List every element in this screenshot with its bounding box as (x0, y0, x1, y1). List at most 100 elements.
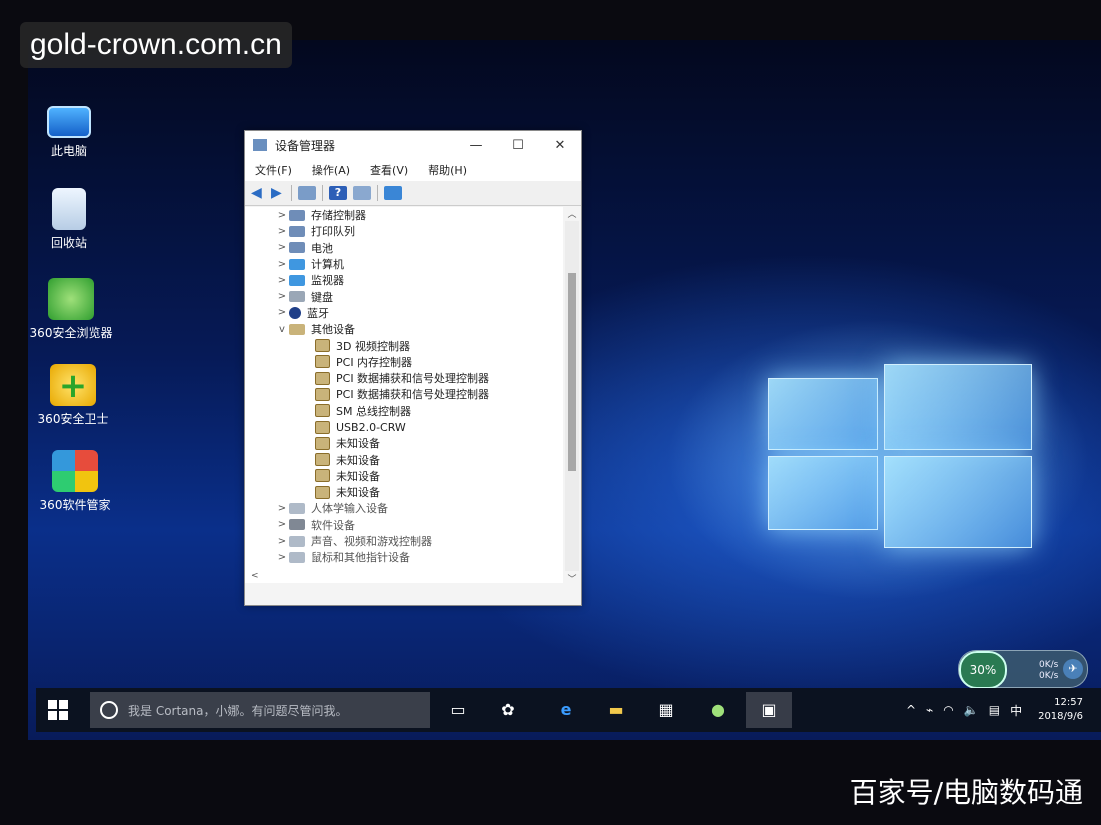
file-explorer-icon[interactable]: ▬ (602, 696, 630, 724)
tree-item-batteries[interactable]: > 电池 (245, 240, 563, 256)
title-bar[interactable]: 设备管理器 — ☐ ✕ (245, 131, 581, 159)
desktop-icon-label: 回收站 (50, 236, 87, 250)
forward-arrow-icon[interactable]: ▶ (271, 186, 285, 200)
mouse-icon (289, 551, 305, 563)
tree-item-computer[interactable]: > 计算机 (245, 256, 563, 272)
tree-item-device[interactable]: 未知设备 (245, 451, 563, 467)
maximize-button[interactable]: ☐ (497, 138, 539, 153)
start-button[interactable] (48, 700, 68, 720)
chevron-down-icon[interactable]: ﹀ (565, 572, 579, 585)
chevron-right-icon[interactable]: > (275, 307, 289, 318)
system-tray: ^ ⌁ ◠ 🔈 ▤ 中 12:57 2018/9/6 (896, 688, 1083, 732)
notification-icon[interactable]: ▤ (989, 703, 1000, 717)
device-manager-window[interactable]: 设备管理器 — ☐ ✕ 文件(F) 操作(A) 查看(V) 帮助(H) ◀ ▶ … (244, 130, 582, 606)
computer-icon (289, 258, 305, 270)
properties-icon[interactable] (298, 186, 316, 200)
watermark-bottom: 百家号/电脑数码通 (849, 776, 1083, 809)
tree-item-hid[interactable]: > 人体学输入设备 (245, 500, 563, 516)
menu-view[interactable]: 查看(V) (370, 162, 408, 178)
store-icon[interactable]: ▦ (652, 696, 680, 724)
desktop-icon-label: 360安全卫士 (37, 412, 109, 426)
chevron-right-icon[interactable]: > (275, 552, 289, 563)
tree-item-device[interactable]: PCI 内存控制器 (245, 354, 563, 370)
chevron-right-icon[interactable]: > (275, 503, 289, 514)
computer-icon (47, 106, 91, 138)
desktop-icon-this-pc[interactable]: 此电脑 (24, 98, 114, 159)
memory-usage-percent: 30% (959, 651, 1007, 689)
task-view-icon[interactable]: ▭ (444, 696, 472, 724)
monitor-icon[interactable] (384, 186, 402, 200)
tree-item-device[interactable]: 未知设备 (245, 468, 563, 484)
minimize-button[interactable]: — (455, 138, 497, 153)
storage-controller-icon (289, 209, 305, 221)
tree-item-device[interactable]: USB2.0-CRW (245, 419, 563, 435)
tree-item-device[interactable]: 3D 视频控制器 (245, 337, 563, 353)
taskbar: 我是 Cortana，小娜。有问题尽管问我。 ▭ ✿ e ▬ ▦ ● ▣ ^ ⌁… (36, 688, 1101, 732)
speaker-icon (289, 535, 305, 547)
close-button[interactable]: ✕ (539, 138, 581, 153)
scan-hardware-icon[interactable] (353, 186, 371, 200)
tree-item-device[interactable]: PCI 数据捕获和信号处理控制器 (245, 370, 563, 386)
desktop-icon-360-software-manager[interactable]: 360软件管家 (30, 450, 120, 513)
network-icon[interactable]: ⌁ (926, 703, 933, 717)
tree-item-bluetooth[interactable]: > 蓝牙 (245, 305, 563, 321)
warning-device-icon (315, 453, 330, 467)
ime-indicator[interactable]: 中 (1010, 702, 1022, 719)
network-speed-widget[interactable]: 30% 0K/s 0K/s ✈ (958, 650, 1088, 689)
warning-device-icon (315, 485, 330, 499)
tree-item-mice[interactable]: > 鼠标和其他指针设备 (245, 549, 563, 565)
chevron-right-icon[interactable]: > (275, 259, 289, 270)
horizontal-scrollbar[interactable]: < (251, 571, 559, 583)
menu-file[interactable]: 文件(F) (255, 162, 292, 178)
menu-action[interactable]: 操作(A) (312, 162, 350, 178)
desktop-icon-360-browser[interactable]: 360安全浏览器 (26, 278, 116, 341)
chevron-down-icon[interactable]: v (275, 324, 289, 335)
tree-item-storage-controllers[interactable]: > 存储控制器 (245, 207, 563, 223)
menu-help[interactable]: 帮助(H) (428, 162, 467, 178)
tree-item-monitors[interactable]: > 监视器 (245, 272, 563, 288)
tree-item-device[interactable]: SM 总线控制器 (245, 403, 563, 419)
chevron-right-icon[interactable]: > (275, 519, 289, 530)
security-guard-icon (50, 364, 96, 406)
cortana-icon (100, 701, 118, 719)
chevron-right-icon[interactable]: > (275, 210, 289, 221)
chevron-right-icon[interactable]: > (275, 275, 289, 286)
wifi-icon[interactable]: ◠ (943, 703, 953, 717)
scrollbar-thumb[interactable] (568, 273, 576, 471)
tree-item-print-queues[interactable]: > 打印队列 (245, 223, 563, 239)
clock[interactable]: 12:57 2018/9/6 (1038, 696, 1083, 724)
printer-icon (289, 225, 305, 237)
chevron-left-icon[interactable]: < (251, 571, 259, 581)
chevron-right-icon[interactable]: > (275, 226, 289, 237)
vertical-scrollbar[interactable]: ︿ ﹀ (565, 210, 579, 585)
app-icon[interactable]: ✿ (494, 696, 522, 724)
software-manager-icon (52, 450, 98, 492)
tree-item-sound-video[interactable]: > 声音、视频和游戏控制器 (245, 533, 563, 549)
warning-device-icon (315, 371, 330, 385)
chevron-right-icon[interactable]: > (275, 291, 289, 302)
chevron-right-icon[interactable]: > (275, 242, 289, 253)
cortana-search-box[interactable]: 我是 Cortana，小娜。有问题尽管问我。 (90, 692, 430, 728)
chevron-up-icon[interactable]: ^ (906, 703, 916, 717)
search-placeholder: 我是 Cortana，小娜。有问题尽管问我。 (128, 703, 348, 718)
keyboard-icon (289, 291, 305, 303)
chevron-up-icon[interactable]: ︿ (565, 207, 579, 220)
volume-icon[interactable]: 🔈 (964, 703, 979, 717)
tree-item-other-devices[interactable]: v 其他设备 (245, 321, 563, 337)
unknown-device-icon (289, 323, 305, 335)
edge-browser-icon[interactable]: e (552, 696, 580, 724)
tree-item-software-devices[interactable]: > 软件设备 (245, 517, 563, 533)
back-arrow-icon[interactable]: ◀ (251, 186, 265, 200)
desktop-icon-recycle-bin[interactable]: 回收站 (24, 188, 114, 251)
tree-item-device[interactable]: PCI 数据捕获和信号处理控制器 (245, 386, 563, 402)
tree-item-keyboards[interactable]: > 键盘 (245, 288, 563, 304)
chevron-right-icon[interactable]: > (275, 536, 289, 547)
tree-item-device[interactable]: 未知设备 (245, 484, 563, 500)
watermark-top: gold-crown.com.cn (20, 22, 292, 68)
tree-item-device[interactable]: 未知设备 (245, 435, 563, 451)
rocket-icon[interactable]: ✈ (1063, 659, 1083, 679)
device-manager-taskbar-icon[interactable]: ▣ (746, 692, 792, 728)
360-browser-taskbar-icon[interactable]: ● (704, 696, 732, 724)
desktop-icon-360-guard[interactable]: 360安全卫士 (28, 364, 118, 427)
help-icon[interactable]: ? (329, 186, 347, 200)
